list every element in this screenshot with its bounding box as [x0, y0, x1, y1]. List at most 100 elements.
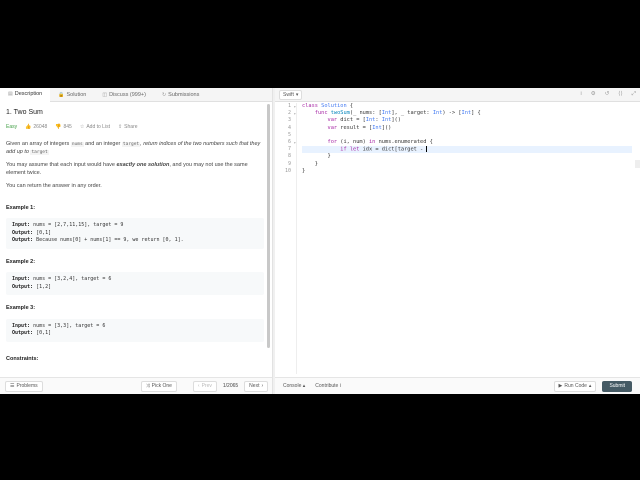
code-icon[interactable]: ⟨⟩: [618, 91, 622, 98]
chevron-left-icon: ‹: [197, 383, 200, 389]
info-icon: i: [339, 383, 341, 389]
description-scrollbar[interactable]: [267, 104, 270, 348]
fold-icon[interactable]: ▾: [294, 103, 296, 110]
text: Given an array of integers: [6, 141, 71, 147]
pick-one-button[interactable]: ⤨ Pick One: [140, 380, 177, 392]
text: You may assume that each input would hav…: [6, 162, 117, 168]
code-line: for (i, num) in nums.enumerated {: [327, 138, 433, 145]
inline-code: nums: [70, 142, 84, 147]
description-icon: ▤: [8, 91, 13, 97]
problem-panel: ▤ Description 🔒 Solution ◫ Discuss (999+…: [0, 88, 272, 394]
problem-meta: Easy 👍 26048 👎 845 ☆ Add to List ⇪ Share: [6, 124, 264, 132]
info-icon[interactable]: i: [581, 91, 582, 98]
language-select[interactable]: Swift ▾: [279, 89, 303, 100]
problem-title: 1. Two Sum: [6, 109, 43, 116]
difficulty-badge: Easy: [6, 123, 18, 130]
code-line: class Solution {: [302, 103, 354, 109]
console-label: Console: [283, 383, 302, 389]
inline-code: target: [30, 149, 49, 155]
code-editor[interactable]: 1 ▾ 2 ▾ 3 4 5 6 ▾ 7 8 9 10 class Solution {…: [275, 103, 640, 374]
example-output: [0,1]: [36, 330, 52, 336]
contribute-button[interactable]: Contribute i: [315, 383, 341, 389]
chevron-right-icon: ›: [261, 383, 264, 389]
add-to-list-button[interactable]: ☆ Add to List: [80, 124, 110, 132]
example-title: Example 1:: [6, 204, 36, 211]
example-output: [0,1]: [36, 229, 52, 236]
submit-button[interactable]: Submit: [602, 380, 632, 392]
leetcode-app: ▤ Description 🔒 Solution ◫ Discuss (999+…: [0, 88, 640, 394]
tab-label: Discuss (999+): [109, 91, 146, 98]
discuss-icon: ◫: [102, 91, 108, 98]
console-button[interactable]: Console ▴: [283, 383, 305, 389]
problem-paragraph-3: You can return the answer in any order.: [6, 183, 102, 189]
editor-actions: i ⚙ ↺ ⟨⟩ ⤢: [581, 91, 636, 98]
tab-description[interactable]: ▤ Description: [0, 88, 51, 102]
code-line: }: [302, 167, 306, 174]
code-line: }: [302, 160, 318, 167]
share-label: Share: [124, 123, 138, 130]
line-number: 2 ▾: [287, 110, 296, 117]
line-number: 10: [284, 167, 291, 174]
editor-scroll-marker[interactable]: [635, 160, 640, 168]
code-line: var result = [Int](): [327, 124, 392, 131]
tab-solution[interactable]: 🔒 Solution: [50, 88, 94, 102]
text-cursor: [426, 146, 428, 153]
code-line-active: if let idx = dict[target -: [302, 146, 632, 154]
prev-label: Prev: [201, 383, 212, 389]
code-line: var dict = [Int: Int](): [327, 117, 401, 124]
line-number: 7: [287, 146, 291, 153]
next-button[interactable]: Next ›: [244, 380, 269, 392]
line-number: 8: [287, 153, 291, 160]
line-number: 1 ▾: [287, 103, 296, 110]
line-number: 3: [287, 117, 291, 124]
shuffle-icon: ⤨: [145, 383, 150, 389]
problems-label: Problems: [16, 383, 38, 389]
tab-label: Solution: [66, 91, 87, 98]
submissions-icon: ↻: [161, 91, 167, 98]
problems-button[interactable]: ☰ Problems: [5, 380, 43, 392]
settings-icon[interactable]: ⚙: [591, 91, 596, 98]
label: Output:: [12, 283, 34, 290]
like-count: 26048: [33, 123, 48, 130]
fullscreen-icon[interactable]: ⤢: [632, 91, 636, 98]
dislike-button[interactable]: 👎 845: [55, 124, 72, 132]
fold-icon[interactable]: ▾: [294, 139, 296, 146]
line-number: 6 ▾: [287, 138, 296, 146]
problem-tabs: ▤ Description 🔒 Solution ◫ Discuss (999+…: [0, 88, 272, 102]
tab-label: Submissions: [168, 91, 200, 98]
list-icon: ☰: [10, 383, 15, 389]
star-icon: ☆: [79, 123, 85, 130]
contribute-label: Contribute: [315, 383, 339, 389]
label: Output:: [12, 237, 34, 243]
run-code-label: Run Code: [564, 383, 587, 389]
example-input: nums = [3,2,4], target = 6: [33, 276, 112, 282]
add-to-list-label: Add to List: [86, 123, 110, 130]
text: exactly one solution: [116, 162, 170, 168]
prev-button[interactable]: ‹ Prev: [192, 380, 217, 392]
editor-toolbar: Swift ▾ i ⚙ ↺ ⟨⟩ ⤢: [275, 88, 640, 102]
thumbs-up-icon: 👍: [25, 123, 32, 130]
thumbs-down-icon: 👎: [55, 123, 62, 130]
pick-one-label: Pick One: [151, 383, 172, 389]
tab-submissions[interactable]: ↻ Submissions: [154, 88, 207, 102]
chevron-down-icon: ▾: [295, 91, 299, 98]
label: Output:: [12, 229, 34, 236]
share-button[interactable]: ⇪ Share: [118, 124, 138, 132]
reset-icon[interactable]: ↺: [605, 91, 610, 98]
run-code-button[interactable]: ▶ Run Code ▴: [553, 380, 597, 392]
share-icon: ⇪: [117, 123, 123, 130]
example-input: nums = [2,7,11,15], target = 9: [33, 222, 124, 228]
constraints-title: Constraints:: [6, 355, 39, 362]
like-button[interactable]: 👍 26048: [25, 124, 47, 132]
tab-discuss[interactable]: ◫ Discuss (999+): [94, 88, 154, 102]
language-label: Swift: [283, 91, 294, 98]
label: Output:: [12, 330, 34, 336]
chevron-up-icon: ▴: [588, 383, 592, 389]
example-title: Example 3:: [6, 305, 36, 311]
code-line: func twoSum(_ nums: [Int], _ target: Int…: [314, 110, 481, 117]
line-number: 4: [287, 124, 291, 131]
problem-description: 1. Two Sum Easy 👍 26048 👎 845 ☆ Add to List…: [6, 108, 264, 372]
text: and an integer: [83, 141, 122, 147]
fold-icon[interactable]: ▾: [294, 110, 296, 117]
label: Input:: [12, 276, 31, 282]
